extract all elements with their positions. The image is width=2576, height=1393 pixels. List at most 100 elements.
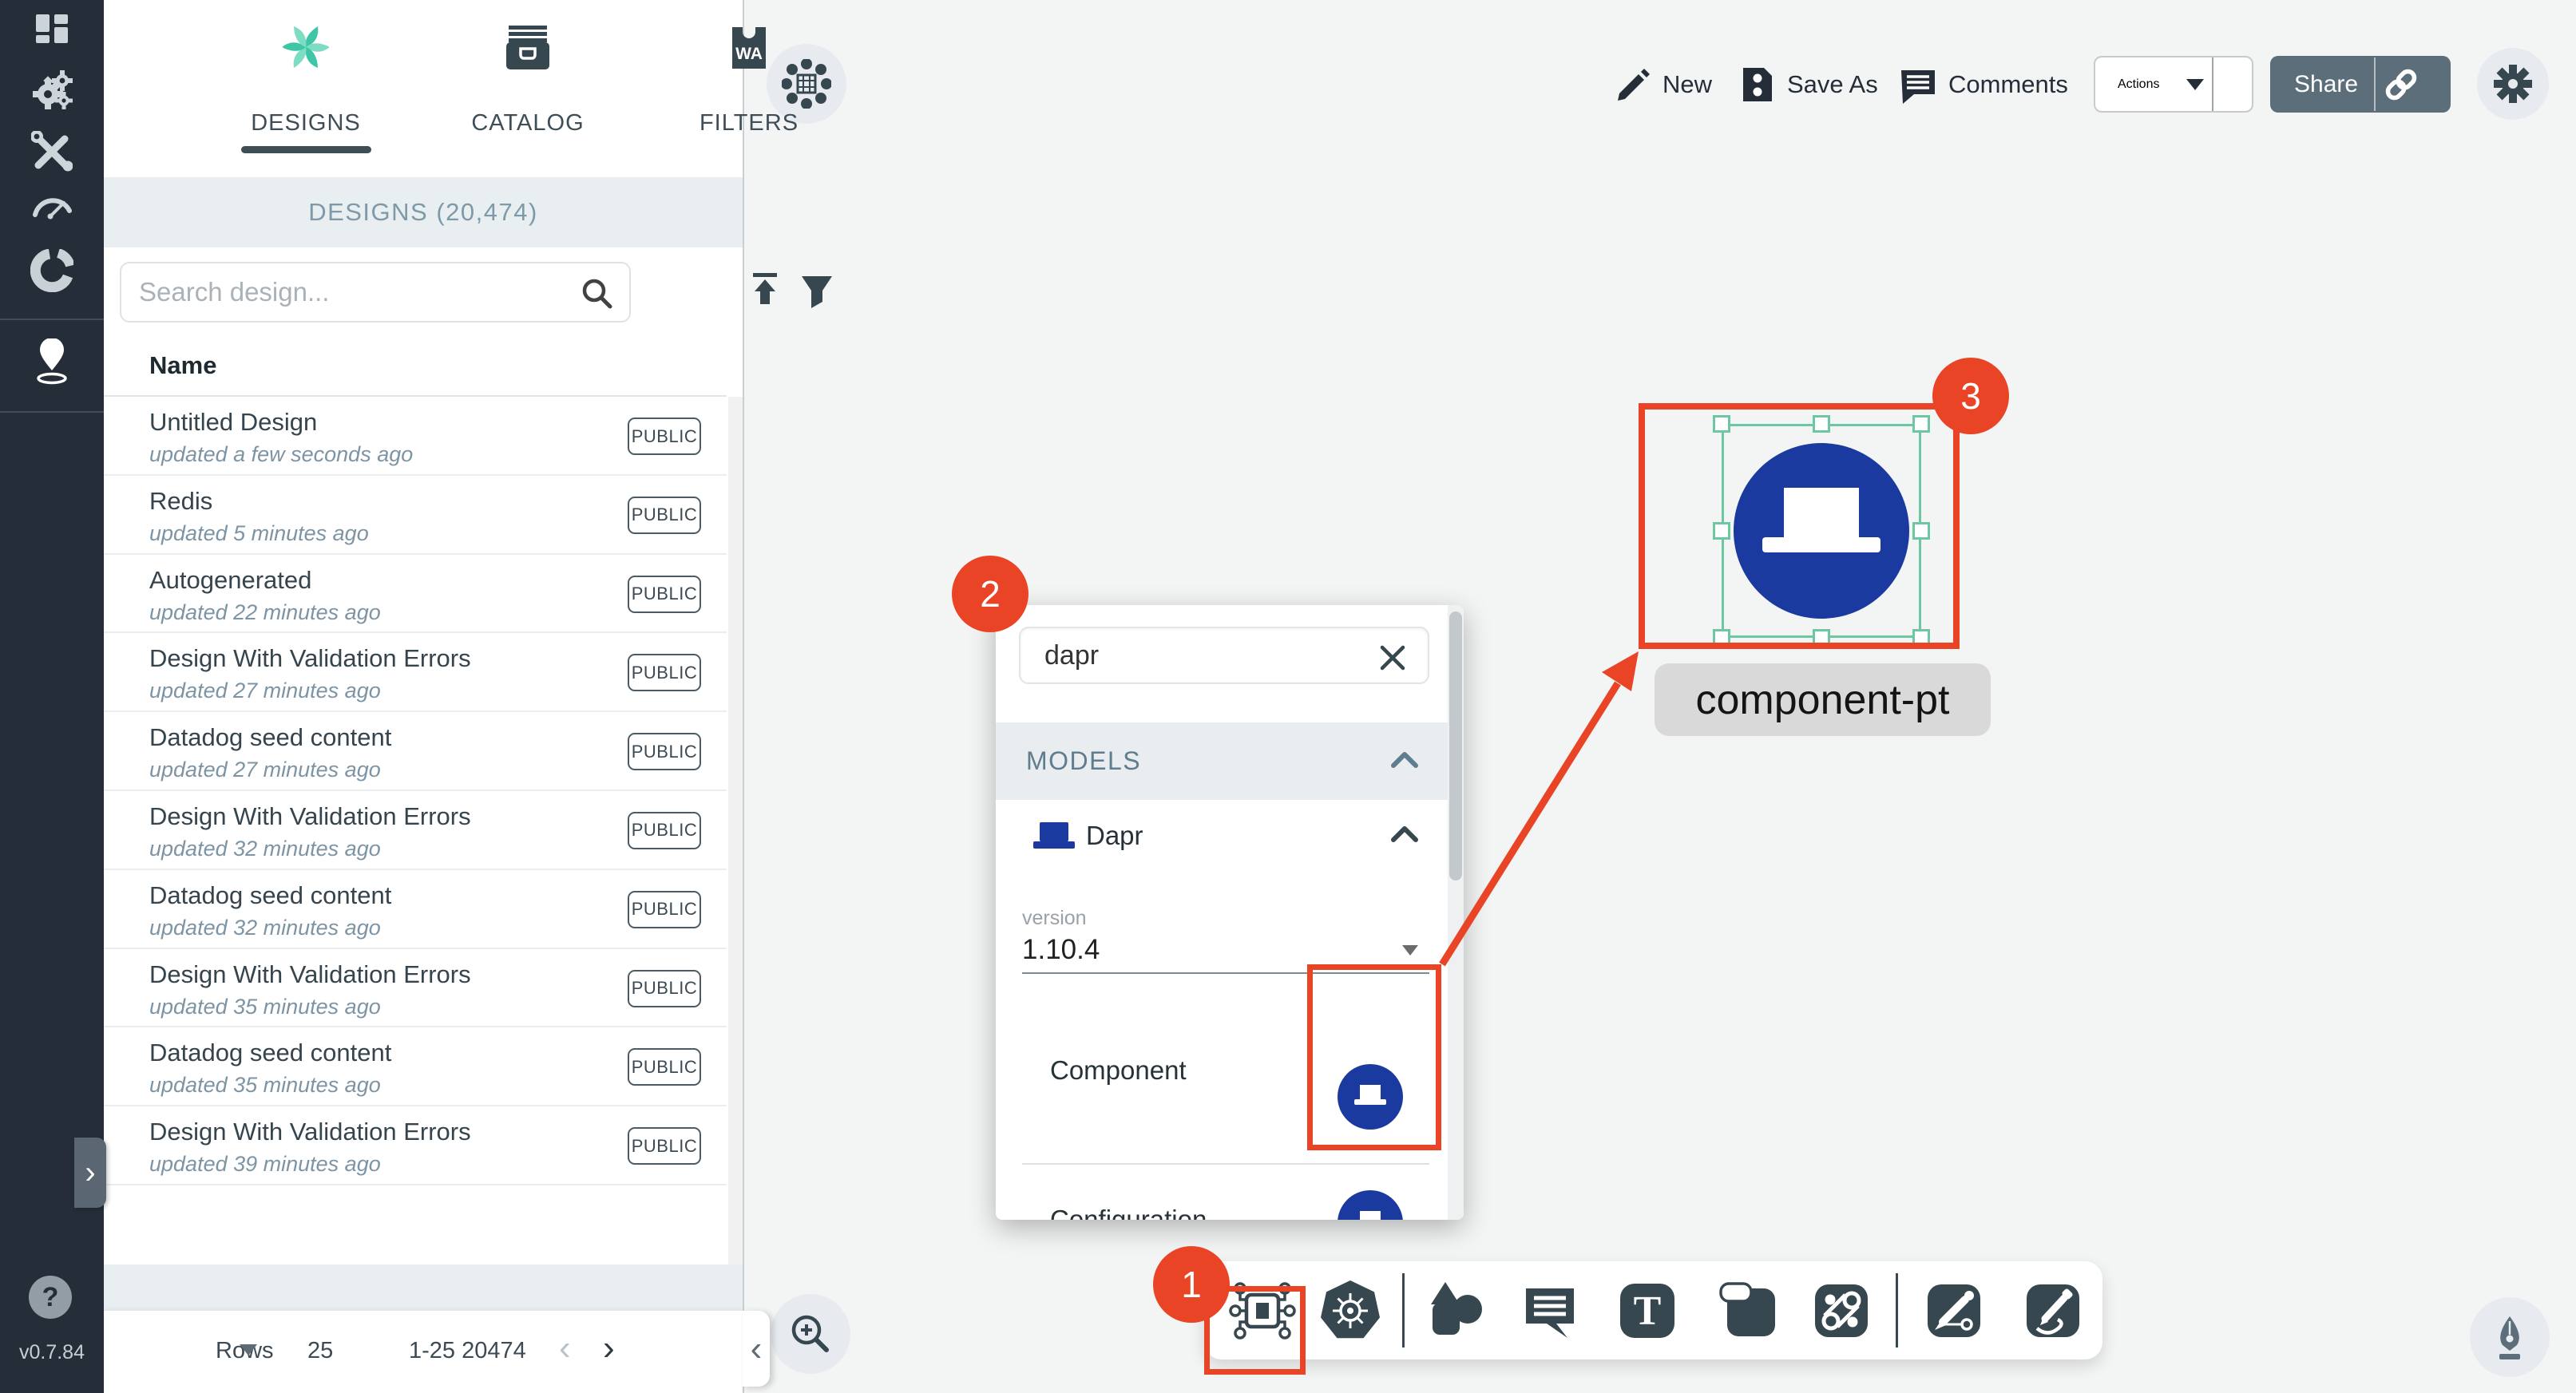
annotation-step-3: 3: [1932, 358, 2009, 434]
catalog-drawer-icon: [440, 24, 616, 70]
resize-handle-s[interactable]: [1813, 629, 1830, 647]
design-updated: updated 39 minutes ago: [149, 1152, 381, 1177]
resize-handle-se[interactable]: [1912, 629, 1930, 647]
tab-catalog[interactable]: CATALOG: [440, 24, 616, 160]
tab-designs[interactable]: DESIGNS: [218, 24, 394, 160]
design-search-input[interactable]: [139, 268, 554, 316]
save-as-button[interactable]: Save As: [1739, 62, 1878, 107]
tab-catalog-label: CATALOG: [440, 110, 616, 137]
text-tool[interactable]: T: [1618, 1281, 1677, 1340]
visibility-badge: PUBLIC: [628, 891, 701, 928]
extensions-icon[interactable]: [0, 249, 104, 292]
resize-handle-w[interactable]: [1713, 522, 1730, 540]
design-name: Autogenerated: [149, 566, 311, 595]
design-updated: updated 32 minutes ago: [149, 916, 381, 940]
clear-search-icon[interactable]: [1377, 642, 1409, 674]
toolkit-icon[interactable]: [0, 131, 104, 172]
models-section-header[interactable]: MODELS: [996, 722, 1448, 800]
panel-collapse-handle[interactable]: ‹: [743, 1311, 770, 1387]
configuration-item-label: Configuration: [1050, 1205, 1207, 1220]
actions-button[interactable]: Actions: [2094, 56, 2253, 113]
next-page-icon[interactable]: ›: [603, 1328, 615, 1368]
actions-caret-icon[interactable]: [2186, 79, 2204, 90]
chevron-up-icon[interactable]: [1389, 822, 1421, 846]
gear-icon: [2492, 63, 2534, 105]
visibility-badge: PUBLIC: [628, 497, 701, 534]
filter-funnel-icon[interactable]: [797, 268, 837, 313]
dapr-component-icon[interactable]: [1338, 1064, 1403, 1130]
component-picker-modal: MODELS Dapr version 1.10.4 Component Con…: [996, 605, 1464, 1220]
design-row[interactable]: Design With Validation Errors updated 39…: [104, 1106, 727, 1185]
search-icon[interactable]: [580, 276, 615, 311]
help-button[interactable]: ?: [29, 1276, 72, 1319]
settings-button[interactable]: [2477, 48, 2549, 120]
chevron-left-icon: ‹: [751, 1332, 763, 1367]
design-row[interactable]: Datadog seed content updated 35 minutes …: [104, 1027, 727, 1106]
copy-link-icon[interactable]: [2382, 65, 2420, 104]
resize-handle-ne[interactable]: [1912, 415, 1930, 433]
performance-gauge-icon[interactable]: [0, 187, 104, 228]
modal-scrollbar[interactable]: [1448, 605, 1464, 1220]
save-as-label: Save As: [1787, 70, 1878, 99]
prev-page-icon[interactable]: ‹: [559, 1328, 571, 1368]
tab-designs-label: DESIGNS: [218, 110, 394, 137]
component-shapes-tool[interactable]: [1229, 1277, 1296, 1344]
design-row[interactable]: Datadog seed content updated 27 minutes …: [104, 712, 727, 791]
design-row[interactable]: Redis updated 5 minutes ago PUBLIC: [104, 476, 727, 555]
rows-per-page-caret-icon[interactable]: [240, 1344, 257, 1355]
svg-text:T: T: [1634, 1288, 1662, 1334]
design-search-field: [120, 262, 631, 323]
visibility-badge: PUBLIC: [628, 576, 701, 613]
shapes-tool[interactable]: [1423, 1279, 1487, 1343]
kanvas-pin-icon[interactable]: [0, 338, 104, 386]
design-updated: updated a few seconds ago: [149, 442, 413, 467]
model-row-dapr[interactable]: Dapr: [996, 800, 1448, 888]
new-button[interactable]: New: [1615, 62, 1712, 107]
zoom-button[interactable]: [771, 1294, 850, 1374]
dapr-configuration-icon: [1338, 1190, 1403, 1220]
resize-handle-e[interactable]: [1912, 522, 1930, 540]
chevron-up-icon[interactable]: [1389, 748, 1421, 772]
scrollbar-thumb[interactable]: [1449, 611, 1462, 881]
sidebar-expand-handle[interactable]: ›: [74, 1138, 106, 1208]
version-value: 1.10.4: [1022, 934, 1100, 966]
design-updated: updated 32 minutes ago: [149, 837, 381, 861]
resize-handle-sw[interactable]: [1713, 629, 1730, 647]
configuration-item-row[interactable]: Configuration: [996, 1163, 1448, 1220]
design-row[interactable]: Untitled Design updated a few seconds ag…: [104, 397, 727, 476]
lifecycle-gears-icon[interactable]: [0, 70, 104, 112]
design-row[interactable]: Design With Validation Errors updated 32…: [104, 791, 727, 870]
dashboard-icon[interactable]: [0, 10, 104, 48]
design-row[interactable]: Design With Validation Errors updated 27…: [104, 633, 727, 712]
design-row[interactable]: Autogenerated updated 22 minutes ago PUB…: [104, 555, 727, 634]
comment-tool[interactable]: [1520, 1280, 1580, 1341]
note-tool[interactable]: [1718, 1279, 1781, 1343]
kubernetes-tool[interactable]: [1317, 1277, 1384, 1344]
pen-edit-tool[interactable]: [1924, 1280, 1984, 1341]
design-row[interactable]: Design With Validation Errors updated 35…: [104, 949, 727, 1028]
version-select[interactable]: 1.10.4: [1022, 934, 1429, 971]
rows-per-page-value[interactable]: 25: [307, 1338, 333, 1364]
tab-filters[interactable]: WA FILTERS: [661, 24, 837, 160]
relationship-tool[interactable]: [1811, 1280, 1872, 1341]
sidebar-divider: [0, 411, 104, 413]
modal-search-field: [1019, 627, 1429, 684]
dock-divider: [1402, 1273, 1405, 1347]
resize-handle-nw[interactable]: [1713, 415, 1730, 433]
design-row[interactable]: Datadog seed content updated 32 minutes …: [104, 870, 727, 949]
resize-handle-n[interactable]: [1813, 415, 1830, 433]
pen-mode-button[interactable]: [2470, 1297, 2550, 1377]
dapr-component-node[interactable]: [1734, 443, 1909, 619]
modal-search-input[interactable]: [1044, 632, 1364, 679]
list-scrollbar[interactable]: [728, 397, 743, 1264]
freehand-draw-tool[interactable]: [2023, 1280, 2083, 1341]
component-item-label: Component: [1050, 1055, 1187, 1086]
visibility-badge: PUBLIC: [628, 1048, 701, 1086]
page-range: 1-25 20474: [409, 1338, 526, 1364]
design-name: Design With Validation Errors: [149, 960, 471, 989]
comments-button[interactable]: Comments: [1899, 62, 2068, 107]
zoom-in-icon: [787, 1311, 834, 1357]
share-button[interactable]: Share: [2270, 56, 2451, 113]
component-item-row[interactable]: Component: [996, 974, 1448, 1163]
publish-design-icon[interactable]: [745, 268, 785, 313]
